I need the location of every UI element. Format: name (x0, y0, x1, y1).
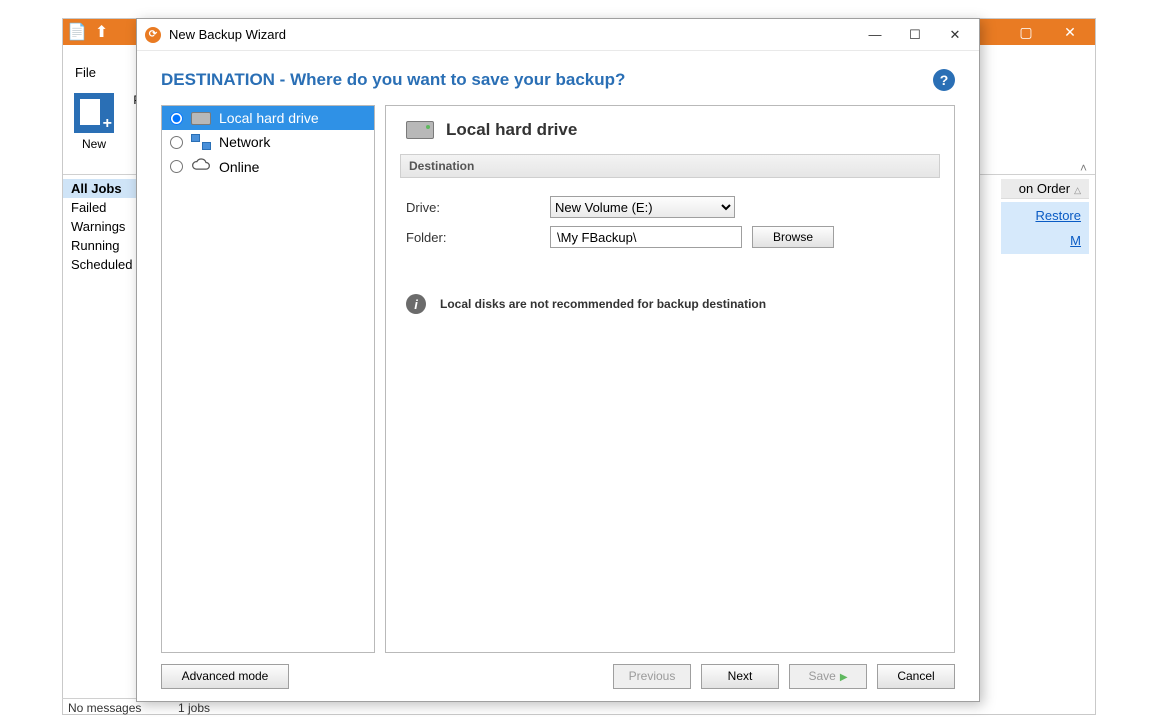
destination-option-label: Local hard drive (219, 110, 319, 126)
destination-type-list: Local hard drive Network Online (161, 105, 375, 653)
destination-radio-local[interactable] (170, 112, 183, 125)
quick-access-toolbar: 📄 ⬆ (67, 22, 108, 42)
wizard-step-heading: DESTINATION - Where do you want to save … (161, 70, 625, 90)
dialog-body: DESTINATION - Where do you want to save … (137, 51, 979, 653)
up-arrow-icon[interactable]: ⬆ (95, 22, 108, 42)
dialog-title: New Backup Wizard (169, 27, 855, 42)
info-message: Local disks are not recommended for back… (440, 297, 766, 311)
ribbon-collapse-icon[interactable]: ˄ (1080, 161, 1087, 175)
app-icon: ⟳ (145, 27, 161, 43)
drive-select[interactable]: New Volume (E:) (550, 196, 735, 218)
file-tab[interactable]: File (75, 65, 96, 80)
sort-asc-icon: △ (1074, 185, 1081, 195)
time-link[interactable]: M (1070, 233, 1081, 248)
cancel-button[interactable]: Cancel (877, 664, 955, 689)
main-close-button[interactable]: ✕ (1049, 21, 1091, 43)
restore-link[interactable]: Restore (1035, 208, 1081, 223)
save-button-label: Save (808, 669, 835, 683)
new-document-icon (74, 93, 114, 133)
ribbon-new-label: New (69, 137, 119, 151)
new-backup-wizard-dialog: ⟳ New Backup Wizard — ☐ ✕ DESTINATION - … (136, 18, 980, 702)
info-icon: i (406, 294, 426, 314)
next-button[interactable]: Next (701, 664, 779, 689)
drive-label: Drive: (400, 200, 550, 215)
cloud-icon (191, 158, 211, 175)
destination-option-local[interactable]: Local hard drive (162, 106, 374, 130)
destination-radio-online[interactable] (170, 160, 183, 173)
dialog-close-button[interactable]: ✕ (935, 21, 975, 49)
destination-option-label: Network (219, 134, 270, 150)
destination-option-label: Online (219, 159, 259, 175)
destination-panel-title: Local hard drive (446, 120, 577, 140)
dialog-footer: Advanced mode Previous Next Save ▶ Cancel (137, 653, 979, 701)
destination-radio-network[interactable] (170, 136, 183, 149)
destination-option-online[interactable]: Online (162, 154, 374, 179)
network-icon (191, 134, 211, 150)
dialog-maximize-button[interactable]: ☐ (895, 21, 935, 49)
section-header-destination: Destination (400, 154, 940, 178)
hard-drive-icon (406, 121, 434, 139)
column-header-on-order[interactable]: on Order △ (1001, 179, 1089, 199)
dialog-titlebar[interactable]: ⟳ New Backup Wizard — ☐ ✕ (137, 19, 979, 51)
hard-drive-icon (191, 112, 211, 125)
destination-detail-panel: Local hard drive Destination Drive: New … (385, 105, 955, 653)
help-icon[interactable]: ? (933, 69, 955, 91)
save-button[interactable]: Save ▶ (789, 664, 867, 689)
dialog-minimize-button[interactable]: — (855, 21, 895, 49)
advanced-mode-button[interactable]: Advanced mode (161, 664, 289, 689)
job-row[interactable]: Restore M (1001, 202, 1089, 254)
browse-button[interactable]: Browse (752, 226, 834, 248)
column-header-label: on Order (1019, 181, 1070, 196)
ribbon-new-button[interactable]: New (69, 93, 119, 151)
folder-input[interactable] (550, 226, 742, 248)
folder-label: Folder: (400, 230, 550, 245)
chevron-right-icon: ▶ (840, 672, 848, 683)
main-maximize-button[interactable]: ▢ (1005, 21, 1047, 43)
new-file-icon[interactable]: 📄 (67, 22, 87, 42)
destination-option-network[interactable]: Network (162, 130, 374, 154)
previous-button[interactable]: Previous (613, 664, 691, 689)
